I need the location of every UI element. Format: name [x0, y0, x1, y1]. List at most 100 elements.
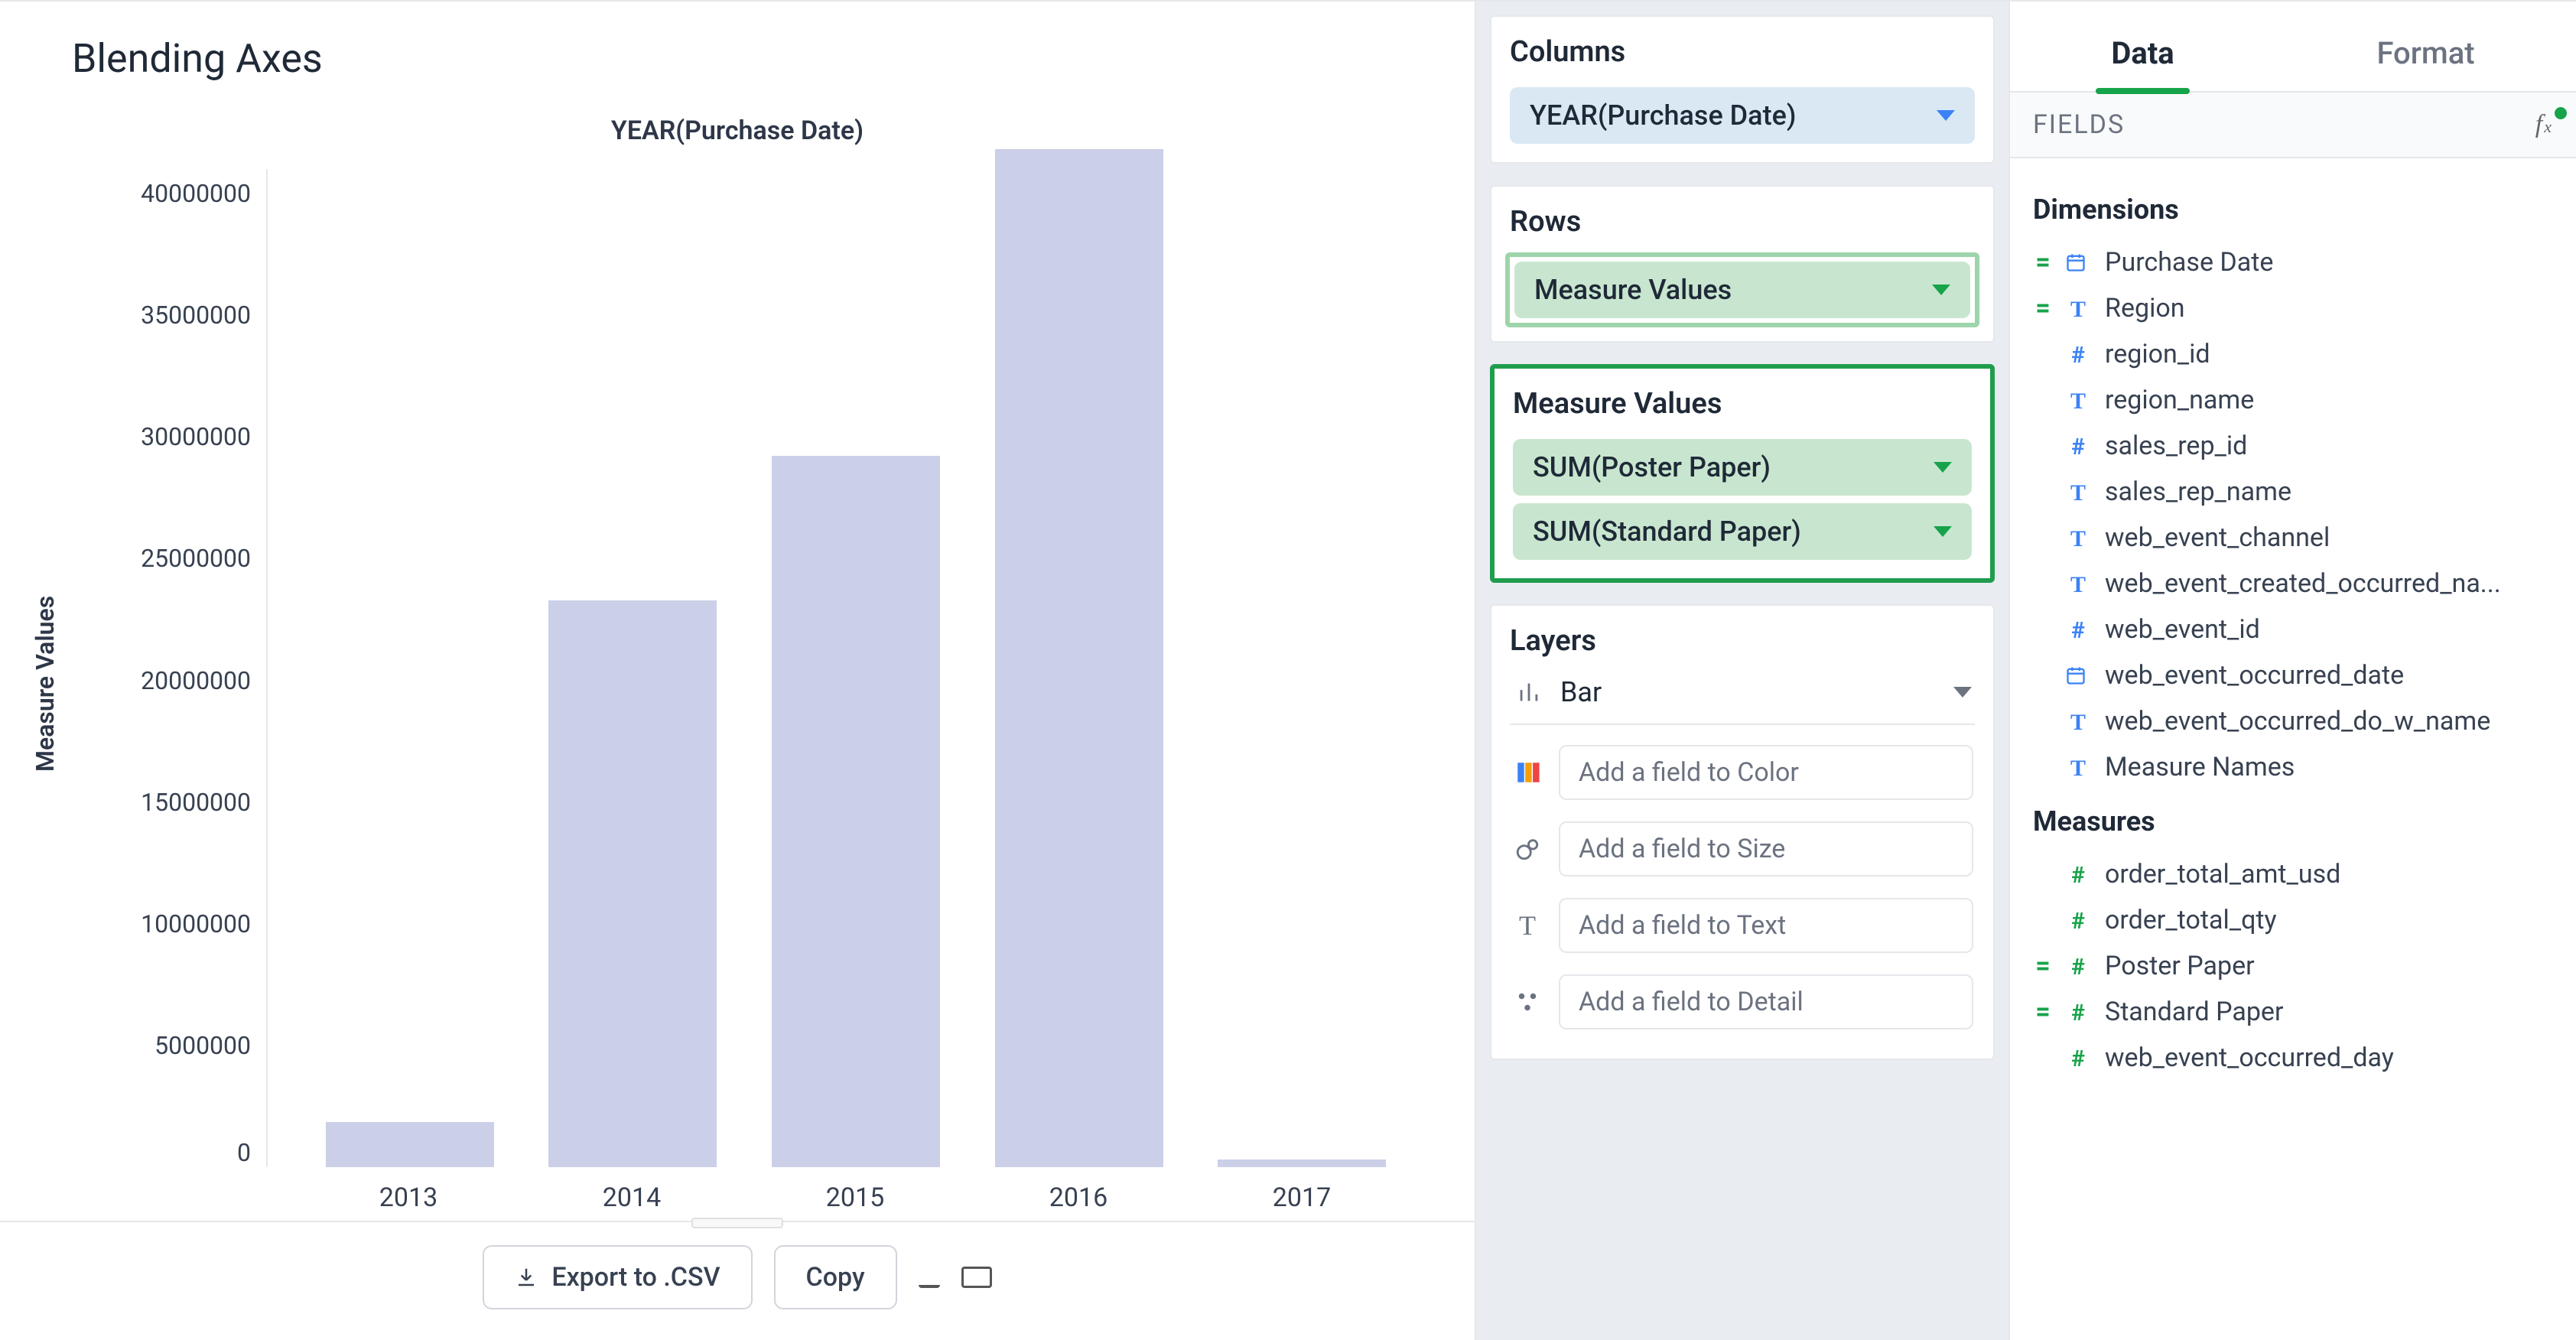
tab-data[interactable]: Data — [2096, 23, 2189, 91]
calc-indicator-icon: = — [2034, 951, 2051, 981]
field-row[interactable]: =#order_total_qty — [2028, 897, 2565, 943]
chart-grid: 4000000035000000300000002500000020000000… — [67, 169, 1444, 1167]
color-slot-row: Add a field to Color — [1510, 734, 1975, 811]
text-slot-row: T Add a field to Text — [1510, 887, 1975, 964]
y-tick: 10000000 — [67, 912, 251, 936]
text-slot[interactable]: Add a field to Text — [1559, 898, 1973, 953]
field-row[interactable]: =Tweb_event_channel — [2028, 515, 2565, 561]
resize-handle[interactable] — [691, 1218, 783, 1228]
columns-pill[interactable]: YEAR(Purchase Date) — [1510, 87, 1975, 144]
field-row[interactable]: =#web_event_id — [2028, 607, 2565, 652]
calc-indicator-icon: = — [2034, 1042, 2051, 1073]
field-type-icon: T — [2065, 568, 2091, 599]
field-label: web_event_id — [2105, 614, 2260, 645]
field-type-icon: # — [2065, 951, 2091, 981]
chevron-down-icon — [1953, 687, 1972, 698]
dimensions-title: Dimensions — [2033, 194, 2565, 226]
x-tick: 2015 — [771, 1182, 939, 1213]
mark-type-select[interactable]: Bar — [1510, 676, 1975, 725]
download-icon — [515, 1266, 538, 1289]
field-row[interactable]: =#sales_rep_id — [2028, 423, 2565, 469]
field-label: region_id — [2105, 339, 2210, 369]
bar[interactable] — [1218, 1159, 1386, 1167]
measure-values-pill-0-label: SUM(Poster Paper) — [1533, 451, 1771, 483]
field-row[interactable]: =#web_event_occurred_day — [2028, 1035, 2565, 1081]
columns-pill-label: YEAR(Purchase Date) — [1530, 99, 1796, 132]
calc-indicator-icon: = — [2034, 706, 2051, 737]
field-row[interactable]: =web_event_occurred_date — [2028, 652, 2565, 698]
bars-wrap — [266, 169, 1444, 1167]
y-ticks: 4000000035000000300000002500000020000000… — [67, 169, 266, 1167]
chevron-down-icon — [1932, 285, 1950, 295]
bar[interactable] — [772, 456, 940, 1167]
color-slot[interactable]: Add a field to Color — [1559, 745, 1973, 800]
field-row[interactable]: =Tweb_event_occurred_do_w_name — [2028, 698, 2565, 744]
x-axis: 20132014201520162017 — [266, 1167, 1444, 1213]
field-row[interactable]: =Tregion_name — [2028, 377, 2565, 423]
text-icon: T — [1511, 909, 1543, 942]
field-row[interactable]: = # region_id — [2028, 331, 2565, 377]
rows-title: Rows — [1510, 205, 1975, 239]
fields-tabs: Data Format — [2010, 2, 2576, 93]
bar[interactable] — [548, 600, 717, 1167]
copy-button[interactable]: Copy — [774, 1245, 897, 1309]
y-tick: 15000000 — [67, 790, 251, 815]
rows-pill[interactable]: Measure Values — [1514, 262, 1970, 318]
field-row[interactable]: = # Standard Paper — [2028, 989, 2565, 1035]
calc-indicator-icon: = — [2034, 339, 2051, 369]
app-root: Blending Axes YEAR(Purchase Date) Measur… — [0, 0, 2576, 1340]
calc-indicator-icon: = — [2034, 660, 2051, 691]
maximize-icon[interactable] — [961, 1267, 992, 1288]
export-csv-button[interactable]: Export to .CSV — [483, 1245, 752, 1309]
field-type-icon — [2065, 252, 2091, 273]
calc-indicator-icon: = — [2034, 476, 2051, 507]
field-row[interactable]: =TRegion — [2028, 285, 2565, 331]
size-icon — [1511, 833, 1543, 865]
chevron-down-icon — [1934, 526, 1952, 537]
detail-slot[interactable]: Add a field to Detail — [1559, 974, 1973, 1029]
chart-footer: Export to .CSV Copy — [0, 1221, 1475, 1340]
measures-title: Measures — [2033, 805, 2565, 838]
calc-indicator-icon: = — [2034, 522, 2051, 553]
field-type-icon: # — [2065, 997, 2091, 1027]
field-row[interactable]: =Tsales_rep_name — [2028, 469, 2565, 515]
minimize-icon[interactable] — [919, 1274, 940, 1288]
size-slot[interactable]: Add a field to Size — [1559, 821, 1973, 877]
field-label: Measure Names — [2105, 752, 2295, 782]
columns-shelf: Columns YEAR(Purchase Date) — [1490, 15, 1995, 164]
field-type-icon — [2065, 665, 2091, 686]
field-row[interactable]: =TMeasure Names — [2028, 744, 2565, 790]
page-title: Blending Axes — [0, 2, 1475, 82]
y-tick: 20000000 — [67, 668, 251, 693]
field-type-icon: # — [2065, 339, 2091, 369]
y-tick: 5000000 — [67, 1033, 251, 1058]
fields-header: FIELDS fx — [2010, 93, 2576, 158]
field-label: region_name — [2105, 385, 2254, 415]
measure-values-pill-0[interactable]: SUM(Poster Paper) — [1513, 439, 1972, 496]
tab-format[interactable]: Format — [2361, 23, 2490, 91]
field-row[interactable]: =#order_total_amt_usd — [2028, 851, 2565, 897]
field-row[interactable]: =#Poster Paper — [2028, 943, 2565, 989]
y-tick: 35000000 — [67, 303, 251, 327]
field-label: order_total_qty — [2105, 905, 2277, 935]
calc-indicator-icon: = — [2034, 385, 2051, 415]
copy-label: Copy — [806, 1262, 865, 1293]
y-tick: 40000000 — [67, 181, 251, 206]
bar[interactable] — [995, 149, 1163, 1167]
measure-values-pill-1[interactable]: SUM(Standard Paper) — [1513, 503, 1972, 560]
measure-values-pill-1-label: SUM(Standard Paper) — [1533, 516, 1801, 548]
fields-list: Dimensions =Purchase Date=TRegion=#regio… — [2010, 158, 2576, 1340]
fx-add-icon[interactable]: fx — [2535, 110, 2553, 139]
y-tick: 30000000 — [67, 424, 251, 449]
bar[interactable] — [326, 1122, 494, 1167]
calc-indicator-icon: = — [2034, 752, 2051, 782]
config-pane: Columns YEAR(Purchase Date) Rows Measure… — [1475, 2, 2010, 1340]
x-tick: 2016 — [994, 1182, 1163, 1213]
field-row[interactable]: =Purchase Date — [2028, 239, 2565, 285]
chart-body: Measure Values 4000000035000000300000002… — [0, 146, 1475, 1221]
field-label: Standard Paper — [2105, 997, 2283, 1027]
calc-indicator-icon: = — [2034, 997, 2051, 1027]
field-row[interactable]: =Tweb_event_created_occurred_na... — [2028, 561, 2565, 607]
field-label: Purchase Date — [2105, 247, 2273, 278]
size-slot-row: Add a field to Size — [1510, 811, 1975, 887]
